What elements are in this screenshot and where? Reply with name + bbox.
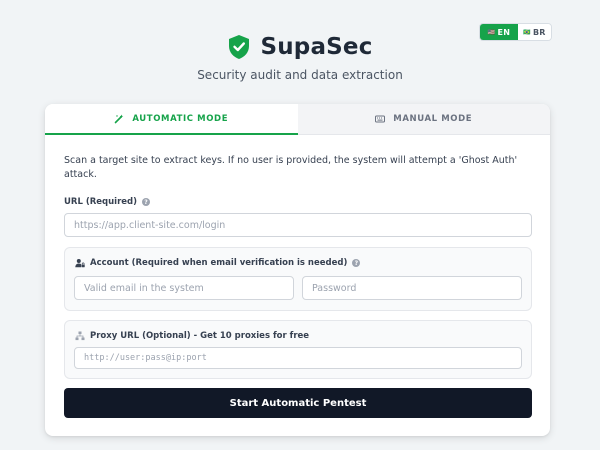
proxy-input[interactable] [74, 347, 522, 369]
account-group: Account (Required when email verificatio… [64, 247, 532, 311]
network-icon [75, 331, 85, 341]
proxy-label-row: Proxy URL (Optional) - Get 10 proxies fo… [75, 331, 309, 341]
app-subtitle: Security audit and data extraction [197, 68, 403, 82]
mode-description: Scan a target site to extract keys. If n… [64, 155, 518, 180]
tab-manual-mode[interactable]: MANUAL MODE [297, 104, 550, 135]
tab-automatic-label: AUTOMATIC MODE [132, 113, 229, 124]
email-input[interactable] [74, 276, 294, 300]
url-label: URL (Required) [64, 197, 137, 207]
shield-check-icon [229, 35, 250, 59]
tab-manual-label: MANUAL MODE [393, 114, 473, 124]
url-label-row: URL (Required) ? [64, 197, 150, 207]
account-label-row: Account (Required when email verificatio… [75, 258, 361, 268]
account-label: Account (Required when email verificatio… [90, 258, 348, 268]
account-help-icon[interactable]: ? [352, 259, 361, 267]
url-help-icon[interactable]: ? [142, 198, 150, 206]
app-title: SupaSec [260, 34, 373, 60]
keyboard-icon [375, 115, 386, 123]
app-page: 🇺🇸 EN 🇧🇷 BR SupaSec Security audit and d… [0, 0, 600, 450]
start-pentest-button[interactable]: Start Automatic Pentest [64, 388, 532, 418]
magic-wand-icon [115, 114, 124, 123]
pentest-card: AUTOMATIC MODE MANUAL MODE Scan a target… [45, 104, 550, 436]
user-lock-icon [75, 259, 85, 268]
brand-header: SupaSec [0, 34, 600, 60]
url-input[interactable] [64, 213, 532, 237]
proxy-label: Proxy URL (Optional) - Get 10 proxies fo… [90, 331, 310, 341]
mode-tabs: AUTOMATIC MODE MANUAL MODE [45, 104, 550, 135]
password-input[interactable] [302, 276, 522, 300]
tab-automatic-mode[interactable]: AUTOMATIC MODE [45, 104, 298, 135]
proxy-group: Proxy URL (Optional) - Get 10 proxies fo… [64, 320, 532, 379]
